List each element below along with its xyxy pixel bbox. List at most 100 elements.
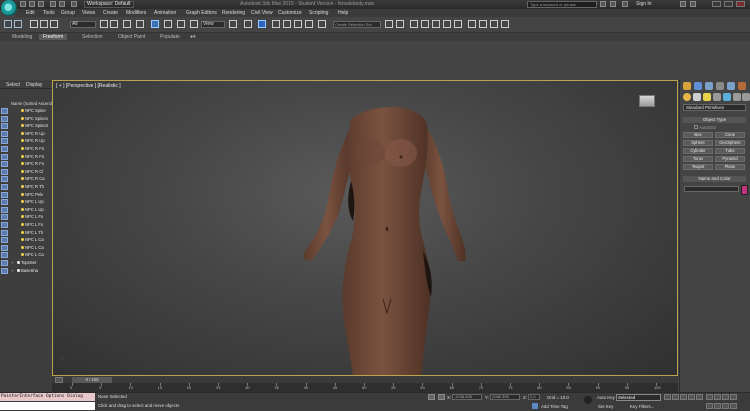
track-bar[interactable]: 0 5 10 15 20 25 30 35 40 45 50 55 60 65 70 75 80 85 90 95 10… [52, 383, 678, 392]
create-tab-icon[interactable] [683, 82, 691, 90]
scene-tree-item[interactable]: NPC L Ca [11, 252, 51, 260]
rendered-frame-window-icon[interactable] [479, 20, 487, 28]
select-and-rotate-icon[interactable] [164, 20, 172, 28]
menu-animation[interactable]: Animation [154, 10, 176, 16]
add-time-tag[interactable]: Add Time Tag [541, 404, 568, 409]
name-and-color-rollout-header[interactable]: Name and Color [683, 176, 746, 182]
pan-view-icon[interactable] [714, 403, 721, 409]
motion-tab-icon[interactable] [716, 82, 724, 90]
tab-populate[interactable]: Populate [156, 34, 184, 40]
select-manipulate-icon[interactable] [244, 20, 252, 28]
utilities-tab-icon[interactable] [738, 82, 746, 90]
undo-icon[interactable] [50, 1, 56, 7]
object-color-swatch[interactable] [741, 185, 748, 195]
plane-button[interactable]: Plane [715, 164, 745, 170]
explorer-filter-icon[interactable] [1, 260, 8, 266]
star-icon[interactable] [610, 1, 616, 7]
explorer-filter-icon[interactable] [1, 123, 8, 130]
search-input[interactable]: Type a keyword or phrase [527, 1, 597, 8]
geosphere-button[interactable]: GeoSphere [715, 140, 745, 146]
named-selection-set-dropdown[interactable]: Create Selection Set [333, 21, 381, 28]
zoom-extents-all-icon[interactable] [730, 394, 737, 400]
zoom-all-icon[interactable] [714, 394, 721, 400]
explorer-filter-icon[interactable] [1, 237, 8, 244]
viewcube[interactable] [639, 95, 655, 107]
next-frame-icon[interactable] [688, 394, 695, 400]
menu-rendering[interactable]: Rendering [222, 10, 245, 16]
menu-scripting[interactable]: Scripting [309, 10, 328, 16]
key-mode-dropdown[interactable]: Selected [616, 394, 661, 401]
play-icon[interactable] [680, 394, 687, 400]
sphere-button[interactable]: Sphere [683, 140, 713, 146]
explorer-filter-icon[interactable] [1, 191, 8, 198]
scene-tree-item[interactable]: NPC Spine1 [11, 116, 51, 124]
explorer-filter-icon[interactable] [1, 130, 8, 137]
select-and-move-icon[interactable] [151, 20, 159, 28]
layer-manager-icon[interactable] [410, 20, 418, 28]
bind-spacewarp-icon[interactable] [50, 20, 58, 28]
window-crossing-icon[interactable] [136, 20, 144, 28]
scene-tree-item[interactable]: + TopsSet [11, 260, 51, 268]
binoculars-icon[interactable] [600, 1, 606, 7]
hierarchy-tab-icon[interactable] [705, 82, 713, 90]
maxscript-listener-line[interactable]: PainterInterface Options Dialog [0, 393, 95, 401]
render-setup-icon[interactable] [468, 20, 476, 28]
tube-button[interactable]: Tube [715, 148, 745, 154]
orbit-icon[interactable] [722, 403, 729, 409]
explorer-filter-icon[interactable] [1, 161, 8, 168]
menu-graph-editors[interactable]: Graph Editors [186, 10, 217, 16]
teapot-button[interactable]: Teapot [683, 164, 713, 170]
explorer-filter-icon[interactable] [1, 138, 8, 145]
pivot-center-icon[interactable] [229, 20, 237, 28]
unlink-icon[interactable] [40, 20, 48, 28]
scene-tree-item[interactable]: NPC L Up [11, 199, 51, 207]
save-file-icon[interactable] [38, 1, 44, 7]
explorer-filter-icon[interactable] [1, 146, 8, 152]
modify-tab-icon[interactable] [694, 82, 702, 90]
select-object-icon[interactable] [100, 20, 108, 28]
explorer-filter-icon[interactable] [1, 108, 8, 114]
expand-icon[interactable]: + [11, 268, 14, 273]
snaps-toggle-icon[interactable] [272, 20, 280, 28]
absolute-mode-icon[interactable] [438, 394, 445, 400]
close-button[interactable] [736, 1, 745, 7]
reference-coordinate-dropdown[interactable]: View [201, 21, 225, 28]
explorer-filter-icon[interactable] [1, 206, 8, 213]
tab-modeling[interactable]: Modeling [8, 34, 36, 40]
select-by-name-icon[interactable] [110, 20, 118, 28]
autogrid-checkbox[interactable] [694, 125, 698, 129]
scene-tree-item[interactable]: NPC R Up [11, 138, 51, 146]
shapes-icon[interactable] [693, 93, 701, 101]
material-editor-icon[interactable] [454, 20, 462, 28]
scene-tree-item[interactable]: NPC Spine2 [11, 123, 51, 131]
minimize-button[interactable] [712, 1, 721, 7]
percent-snap-icon[interactable] [294, 20, 302, 28]
cone-button[interactable]: Cone [715, 132, 745, 138]
redo-icon[interactable] [59, 1, 65, 7]
curve-editor-icon[interactable] [432, 20, 440, 28]
tab-selection[interactable]: Selection [78, 34, 107, 40]
lights-icon[interactable] [703, 93, 711, 101]
rectangular-selection-icon[interactable] [123, 20, 131, 28]
display-tab-icon[interactable] [727, 82, 735, 90]
scene-tree-item[interactable]: NPC L Th [11, 230, 51, 238]
scene-tree-item[interactable]: NPC L Up [11, 207, 51, 215]
auto-key-button[interactable]: Auto Key [597, 395, 615, 400]
menu-create[interactable]: Create [103, 10, 118, 16]
place-icon[interactable] [190, 20, 198, 28]
scene-tree-item[interactable]: NPC L Ca [11, 237, 51, 245]
perspective-viewport[interactable]: [ + ] [Perspective ] [Realistic ] [52, 80, 678, 376]
user-icon[interactable] [622, 1, 628, 7]
helpers-icon[interactable] [723, 93, 731, 101]
menu-edit[interactable]: Edit [26, 10, 35, 16]
ribbon-options-icon[interactable]: ●▾ [190, 34, 196, 40]
scene-tree-item[interactable]: NPC R Ca [11, 176, 51, 184]
explorer-filter-icon[interactable] [1, 115, 8, 122]
scene-tree-item[interactable]: NPC R Fo [11, 161, 51, 169]
menu-civil-view[interactable]: Civil View [251, 10, 273, 16]
scene-tree-item[interactable]: NPC L Fo [11, 214, 51, 222]
lock-selection-icon[interactable] [428, 394, 435, 400]
align-icon[interactable] [396, 20, 404, 28]
link-icon[interactable] [30, 20, 38, 28]
project-folder-icon[interactable] [71, 1, 77, 7]
